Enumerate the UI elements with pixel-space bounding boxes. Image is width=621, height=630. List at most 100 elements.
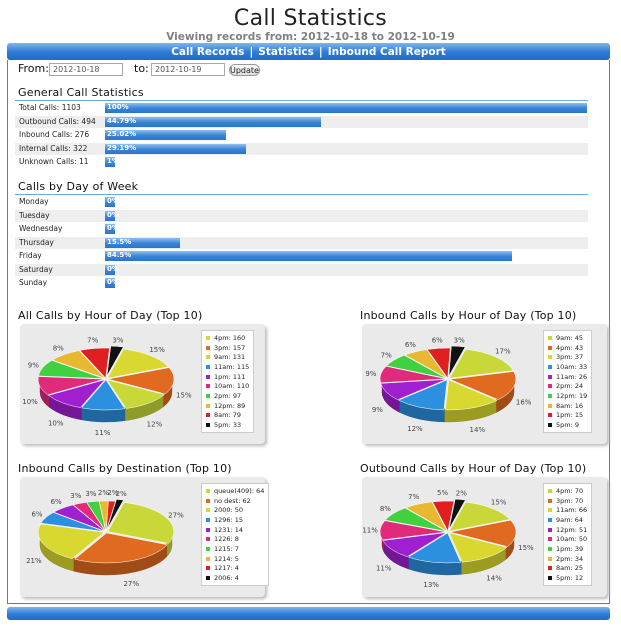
legend-swatch <box>206 488 210 493</box>
pie-slice-label: 13% <box>423 581 439 589</box>
legend-item: 2006: 4 <box>206 573 264 583</box>
general-stats-row-label: Unknown Calls: 11 <box>19 157 89 167</box>
legend-swatch <box>548 546 552 551</box>
legend-swatch <box>206 393 210 398</box>
weekday-stats-row-percent: 0% <box>107 224 119 232</box>
legend-label: 12pm: 19 <box>556 391 588 400</box>
general-stats-row-label: Internal Calls: 322 <box>19 143 88 153</box>
legend-item: 5pm: 9 <box>548 420 587 430</box>
legend-item: 1217: 4 <box>206 564 264 574</box>
legend-label: 5pm: 9 <box>556 421 579 430</box>
legend-item: 9am: 131 <box>206 352 249 362</box>
weekday-stats-row: Monday 0% <box>15 196 588 208</box>
pie-slice-label: 15% <box>149 346 165 354</box>
legend-label: 2006: 4 <box>214 574 239 583</box>
pie-slice-label: 9% <box>372 406 383 414</box>
legend-label: 9am: 45 <box>556 333 583 342</box>
weekday-stats-row-percent: 0% <box>107 264 119 273</box>
nav-statistics-link[interactable]: Statistics <box>258 46 314 58</box>
legend-item: 1296: 15 <box>206 515 264 525</box>
legend-swatch <box>548 488 552 493</box>
legend-swatch <box>206 403 210 408</box>
legend-item: 2pm: 97 <box>206 391 249 401</box>
weekday-stats-row: Tuesday 0% <box>15 209 588 222</box>
legend-item: 9am: 45 <box>548 333 587 343</box>
legend-label: 2pm: 24 <box>556 382 584 391</box>
pie-slice-label: 11% <box>95 429 111 437</box>
pie-slice-label: 6% <box>31 510 42 518</box>
weekday-stats-row-label: Monday <box>19 197 49 206</box>
weekday-stats-row-label: Wednesday <box>19 224 63 233</box>
weekday-stats-row: Sunday 0% <box>15 277 588 289</box>
pie-slice-label: 3% <box>112 336 123 344</box>
nav-call-records-link[interactable]: Call Records <box>171 46 244 58</box>
legend-item: 8am: 25 <box>548 564 587 574</box>
pie-slice-label: 6% <box>51 498 62 506</box>
pie-slice-label: 2% <box>116 490 127 498</box>
to-label: to: <box>134 62 149 75</box>
legend-label: 10am: 33 <box>556 362 588 371</box>
legend-swatch <box>548 393 552 398</box>
legend-item: 3pm: 37 <box>548 352 587 362</box>
from-date-input[interactable] <box>49 63 123 76</box>
legend-label: 1217: 4 <box>214 564 239 573</box>
pie-slice-label: 6% <box>432 336 443 344</box>
legend-item: 5pm: 12 <box>548 573 587 583</box>
legend-item: 5pm: 33 <box>206 420 249 430</box>
pie-chart-inbound-destination: 27% 27% 21% 6% 6% 3% 3% 2% 2% 2% queue(409): 64 no … <box>20 477 270 597</box>
pie-legend: queue(409): 64 no dest: 62 2000: 50 1296: 1… <box>201 483 270 586</box>
to-date-input[interactable] <box>151 63 225 76</box>
weekday-stats-row-label: Tuesday <box>19 210 50 220</box>
legend-label: 1215: 7 <box>214 544 239 553</box>
legend-item: 2000: 50 <box>206 505 264 515</box>
legend-item: 3pm: 157 <box>206 343 249 353</box>
legend-label: 1231: 14 <box>214 525 244 534</box>
pie-slice-label: 12% <box>407 425 423 433</box>
general-stats-row-bar <box>105 116 321 127</box>
legend-swatch <box>206 556 210 561</box>
legend-item: 2pm: 34 <box>548 554 587 564</box>
nav-inbound-report-link[interactable]: Inbound Call Report <box>328 46 446 58</box>
weekday-stats-row: Thursday 15.5% <box>15 236 588 249</box>
legend-item: 1pm: 39 <box>548 544 587 554</box>
legend-swatch <box>548 517 552 522</box>
legend-swatch <box>206 498 210 503</box>
legend-label: no dest: 62 <box>214 496 251 505</box>
update-button[interactable]: Update <box>229 64 260 76</box>
legend-item: 4pm: 160 <box>206 333 249 343</box>
weekday-stats-row-percent: 0% <box>107 197 119 205</box>
legend-swatch <box>206 345 210 350</box>
pie-slice-label: 7% <box>381 352 392 360</box>
legend-item: 9am: 64 <box>548 515 587 525</box>
legend-item: 12pm: 51 <box>548 525 587 535</box>
legend-item: queue(409): 64 <box>206 486 264 496</box>
legend-label: 1pm: 15 <box>556 411 584 420</box>
pie-title-outbound-hours: Outbound Calls by Hour of Day (Top 10) <box>360 462 587 475</box>
weekday-stats-row-label: Saturday <box>19 264 53 274</box>
legend-swatch <box>206 423 210 428</box>
legend-label: 1pm: 39 <box>556 544 584 553</box>
pie-slice-label: 6% <box>405 341 416 349</box>
weekday-stats-row-percent: 84.5% <box>107 251 132 259</box>
pie-title-inbound-destination: Inbound Calls by Destination (Top 10) <box>18 462 232 475</box>
legend-label: 12pm: 89 <box>214 401 246 410</box>
pie-chart-inbound-hours: 17% 16% 14% 12% 9% 9% 7% 6% 6% 3% 9am: 45 4pm: 43 3p… <box>362 324 607 444</box>
pie-slice-label: 7% <box>408 493 419 501</box>
legend-item: 1231: 14 <box>206 525 264 535</box>
legend-swatch <box>548 508 552 513</box>
general-stats-row: Inbound Calls: 276 25.02% <box>15 129 588 141</box>
from-label: From: <box>18 62 49 75</box>
pie-slice-label: 17% <box>495 348 511 356</box>
legend-swatch <box>548 335 552 340</box>
legend-item: 1226: 8 <box>206 534 264 544</box>
general-stats-row-label: Inbound Calls: 276 <box>19 130 90 140</box>
legend-item: no dest: 62 <box>206 496 264 506</box>
general-stats-row-percent: 44.79% <box>107 116 137 125</box>
legend-label: 8am: 16 <box>556 401 583 410</box>
pie-slice-label: 3% <box>70 492 81 500</box>
legend-label: 3pm: 37 <box>556 353 584 362</box>
legend-swatch <box>206 527 210 532</box>
legend-item: 1pm: 15 <box>548 411 587 421</box>
pie-slice-label: 15% <box>491 499 507 507</box>
legend-label: 4pm: 70 <box>556 486 584 495</box>
